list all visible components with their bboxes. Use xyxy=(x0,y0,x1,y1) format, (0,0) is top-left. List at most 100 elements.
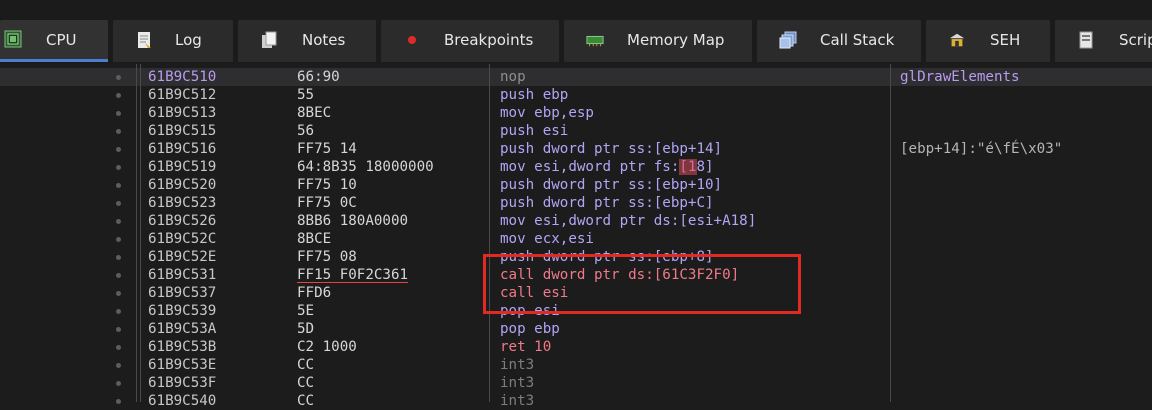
tab-label: SEH xyxy=(990,31,1021,49)
instruction: push dword ptr ss:[ebp+14] xyxy=(500,141,723,157)
tab-cpu[interactable]: CPU xyxy=(0,20,108,62)
disasm-row[interactable]: 61B9C53E CC int3 xyxy=(0,356,1152,374)
fs-segment-highlight xyxy=(679,159,697,175)
address: 61B9C53B xyxy=(148,339,217,355)
breakpoint-dot[interactable] xyxy=(116,255,121,260)
bytes: FF75 10 xyxy=(297,177,357,193)
call-target-bytes[interactable]: FF15 F0F2C361 xyxy=(297,267,408,283)
disasm-row[interactable]: 61B9C513 8BEC mov ebp,esp xyxy=(0,104,1152,122)
comment: glDrawElements xyxy=(900,69,1020,85)
disasm-row[interactable]: 61B9C53B C2 1000 ret 10 xyxy=(0,338,1152,356)
breakpoint-dot[interactable] xyxy=(116,381,121,386)
address: 61B9C513 xyxy=(148,105,217,121)
breakpoint-dot[interactable] xyxy=(116,219,121,224)
breakpoint-dot[interactable] xyxy=(116,129,121,134)
disasm-row[interactable]: 61B9C52C 8BCE mov ecx,esi xyxy=(0,230,1152,248)
tab-label: Notes xyxy=(302,31,346,49)
breakpoint-dot[interactable] xyxy=(116,363,121,368)
bytes: 56 xyxy=(297,123,315,139)
instruction: mov esi,dword ptr ds:[esi+A18] xyxy=(500,213,757,229)
address: 61B9C512 xyxy=(148,87,217,103)
comment: [ebp+14]:"é\fÉ\x03" xyxy=(900,141,1063,157)
address: 61B9C540 xyxy=(148,393,217,409)
disassembly-view[interactable]: 61B9C510 66:90 nop glDrawElements 61B9C5… xyxy=(0,64,1152,409)
bytes: 8BEC xyxy=(297,105,332,121)
disasm-row[interactable]: 61B9C510 66:90 nop glDrawElements xyxy=(0,68,1152,86)
disasm-row[interactable]: 61B9C512 55 push ebp xyxy=(0,86,1152,104)
breakpoint-dot[interactable] xyxy=(116,111,121,116)
breakpoint-dot[interactable] xyxy=(116,201,121,206)
bytes: 8BCE xyxy=(297,231,332,247)
instruction: push dword ptr ss:[ebp+10] xyxy=(500,177,723,193)
tab-notes[interactable]: Notes xyxy=(238,20,376,62)
breakpoint-dot[interactable] xyxy=(116,345,121,350)
cpu-icon xyxy=(4,30,22,48)
bytes: C2 1000 xyxy=(297,339,357,355)
notes-icon xyxy=(262,31,277,48)
disasm-row[interactable]: 61B9C516 FF75 14 push dword ptr ss:[ebp+… xyxy=(0,140,1152,158)
breakpoint-dot[interactable] xyxy=(116,273,121,278)
address: 61B9C537 xyxy=(148,285,217,301)
column-separator xyxy=(890,64,891,402)
instruction: mov ebp,esp xyxy=(500,105,594,121)
breakpoint-dot[interactable] xyxy=(116,165,121,170)
tab-label: Memory Map xyxy=(627,31,725,49)
breakpoint-dot[interactable] xyxy=(116,183,121,188)
breakpoint-dot[interactable] xyxy=(116,93,121,98)
instruction: push esi xyxy=(500,123,569,139)
bytes: CC xyxy=(297,393,315,409)
breakpoint-dot[interactable] xyxy=(116,291,121,296)
disasm-row[interactable]: 61B9C519 64:8B35 18000000 mov esi,dword … xyxy=(0,158,1152,176)
tab-call-stack[interactable]: Call Stack xyxy=(757,20,921,62)
seh-icon xyxy=(949,33,965,47)
instruction: int3 xyxy=(500,375,535,391)
tab-script[interactable]: Scrip xyxy=(1055,20,1152,62)
column-separator xyxy=(140,64,141,402)
title-strip xyxy=(0,0,1152,12)
breakpoint-dot[interactable] xyxy=(116,309,121,314)
address: 61B9C526 xyxy=(148,213,217,229)
instruction: ret 10 xyxy=(500,339,552,355)
address: 61B9C53E xyxy=(148,357,217,373)
disasm-row[interactable]: 61B9C515 56 push esi xyxy=(0,122,1152,140)
tab-memory-map[interactable]: Memory Map xyxy=(564,20,752,62)
address: 61B9C531 xyxy=(148,267,217,283)
tab-label: Call Stack xyxy=(820,31,895,49)
bytes: CC xyxy=(297,375,315,391)
breakpoint-dot[interactable] xyxy=(116,147,121,152)
bytes: 55 xyxy=(297,87,315,103)
instruction: push dword ptr ss:[ebp+C] xyxy=(500,195,714,211)
address: 61B9C52E xyxy=(148,249,217,265)
disasm-row[interactable]: 61B9C520 FF75 10 push dword ptr ss:[ebp+… xyxy=(0,176,1152,194)
address: 61B9C510 xyxy=(148,69,217,85)
breakpoint-dot[interactable] xyxy=(116,327,121,332)
tab-breakpoints[interactable]: Breakpoints xyxy=(381,20,559,62)
breakpoint-dot[interactable] xyxy=(116,237,121,242)
disasm-row[interactable]: 61B9C53F CC int3 xyxy=(0,374,1152,392)
tab-label: Scrip xyxy=(1119,31,1152,49)
bytes: FF75 0C xyxy=(297,195,357,211)
instruction: int3 xyxy=(500,393,535,409)
breakpoint-dot[interactable] xyxy=(116,75,121,80)
instruction: pop ebp xyxy=(500,321,560,337)
bytes: FF75 08 xyxy=(297,249,357,265)
disasm-row[interactable]: 61B9C540 CC int3 xyxy=(0,392,1152,410)
bytes: 8BB6 180A0000 xyxy=(297,213,409,229)
bytes: FFD6 xyxy=(297,285,332,301)
instruction: int3 xyxy=(500,357,535,373)
bytes: 66:90 xyxy=(297,69,340,85)
address: 61B9C53A xyxy=(148,321,217,337)
disasm-row[interactable]: 61B9C526 8BB6 180A0000 mov esi,dword ptr… xyxy=(0,212,1152,230)
bytes: FF15 F0F2C361 xyxy=(297,266,408,284)
address: 61B9C523 xyxy=(148,195,217,211)
instruction: mov ecx,esi xyxy=(500,231,594,247)
tab-seh[interactable]: SEH xyxy=(926,20,1050,62)
disasm-row[interactable]: 61B9C53A 5D pop ebp xyxy=(0,320,1152,338)
address: 61B9C519 xyxy=(148,159,217,175)
disasm-row[interactable]: 61B9C523 FF75 0C push dword ptr ss:[ebp+… xyxy=(0,194,1152,212)
script-icon xyxy=(1079,31,1093,49)
tab-label: Breakpoints xyxy=(444,31,534,49)
tab-label: Log xyxy=(175,31,202,49)
instruction: push ebp xyxy=(500,87,569,103)
tab-log[interactable]: Log xyxy=(113,20,233,62)
